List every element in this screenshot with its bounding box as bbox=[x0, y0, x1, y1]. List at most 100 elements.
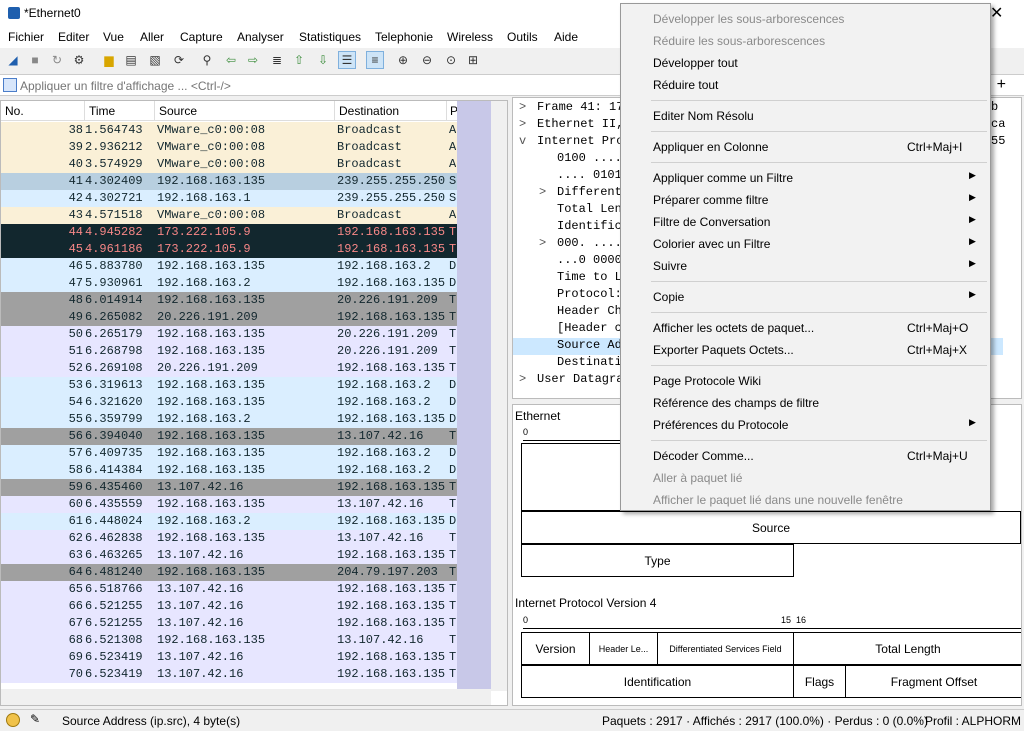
packet-row[interactable]: 56 6.394040 192.168.163.135 13.107.42.16 T bbox=[1, 428, 457, 445]
packet-row[interactable]: 69 6.523419 13.107.42.16 192.168.163.135 T bbox=[1, 649, 457, 666]
save-file-icon[interactable]: ▤ bbox=[122, 51, 140, 69]
expanded-arrow-icon[interactable]: v bbox=[519, 134, 526, 148]
normal-size-icon[interactable]: ⊙ bbox=[442, 51, 460, 69]
go-back-icon[interactable]: ⇦ bbox=[222, 51, 240, 69]
close-file-icon[interactable]: ▧ bbox=[146, 51, 164, 69]
menu-wireless[interactable]: Wireless bbox=[447, 30, 493, 44]
start-capture-icon[interactable]: ◢ bbox=[4, 51, 22, 69]
context-menu-item[interactable]: Référence des champs de filtre bbox=[621, 392, 990, 414]
resize-columns-icon[interactable]: ⊞ bbox=[464, 51, 482, 69]
go-forward-icon[interactable]: ⇨ bbox=[244, 51, 262, 69]
packet-row[interactable]: 51 6.268798 192.168.163.135 20.226.191.209 T bbox=[1, 343, 457, 360]
packet-row[interactable]: 59 6.435460 13.107.42.16 192.168.163.135 T bbox=[1, 479, 457, 496]
packet-row[interactable]: 60 6.435559 192.168.163.135 13.107.42.16 T bbox=[1, 496, 457, 513]
restart-capture-icon[interactable]: ↻ bbox=[48, 51, 66, 69]
find-packet-icon[interactable]: ⚲ bbox=[198, 51, 216, 69]
zoom-in-icon[interactable]: ⊕ bbox=[394, 51, 412, 69]
collapsed-arrow-icon[interactable]: > bbox=[539, 185, 546, 199]
packet-row[interactable]: 39 2.936212 VMware_c0:00:08 Broadcast A bbox=[1, 139, 457, 156]
collapsed-arrow-icon[interactable]: > bbox=[519, 372, 526, 386]
colorize-icon[interactable]: ≡ bbox=[366, 51, 384, 69]
context-menu-item[interactable]: Exporter Paquets Octets... Ctrl+Maj+X bbox=[621, 339, 990, 361]
packet-row[interactable]: 54 6.321620 192.168.163.135 192.168.163.2 D bbox=[1, 394, 457, 411]
capture-comment-icon[interactable]: ✎ bbox=[30, 712, 40, 726]
packet-row[interactable]: 43 4.571518 VMware_c0:00:08 Broadcast A bbox=[1, 207, 457, 224]
col-header-no[interactable]: No. bbox=[5, 104, 24, 118]
reload-file-icon[interactable]: ⟳ bbox=[170, 51, 188, 69]
capture-options-icon[interactable]: ⚙ bbox=[70, 51, 88, 69]
go-to-packet-icon[interactable]: ≣ bbox=[268, 51, 286, 69]
packet-row[interactable]: 49 6.265082 20.226.191.209 192.168.163.135 T bbox=[1, 309, 457, 326]
packet-row[interactable]: 53 6.319613 192.168.163.135 192.168.163.2 D bbox=[1, 377, 457, 394]
context-menu-item[interactable]: Afficher les octets de paquet... Ctrl+Maj… bbox=[621, 317, 990, 339]
packet-row[interactable]: 65 6.518766 13.107.42.16 192.168.163.135 T bbox=[1, 581, 457, 598]
close-window-button[interactable]: ✕ bbox=[990, 3, 1003, 23]
eth-source-field[interactable]: Source bbox=[521, 511, 1021, 544]
zoom-out-icon[interactable]: ⊖ bbox=[418, 51, 436, 69]
menu-outils[interactable]: Outils bbox=[507, 30, 538, 44]
packet-row[interactable]: 47 5.930961 192.168.163.2 192.168.163.135 D bbox=[1, 275, 457, 292]
menu-fichier[interactable]: Fichier bbox=[8, 30, 44, 44]
context-menu-item[interactable]: Colorier avec un Filtre ▶ bbox=[621, 233, 990, 255]
ipv4-version-field[interactable]: Version bbox=[521, 632, 590, 665]
packet-minimap[interactable] bbox=[457, 101, 491, 691]
context-menu-item[interactable]: Développer tout bbox=[621, 52, 990, 74]
last-packet-icon[interactable]: ⇩ bbox=[314, 51, 332, 69]
context-menu-item[interactable]: Appliquer en Colonne Ctrl+Maj+I bbox=[621, 136, 990, 158]
context-menu-item[interactable]: Réduire tout bbox=[621, 74, 990, 96]
packet-row[interactable]: 62 6.462838 192.168.163.135 13.107.42.16 T bbox=[1, 530, 457, 547]
stop-capture-icon[interactable]: ■ bbox=[26, 51, 44, 69]
packet-row[interactable]: 64 6.481240 192.168.163.135 204.79.197.203 T bbox=[1, 564, 457, 581]
packet-row[interactable]: 42 4.302721 192.168.163.1 239.255.255.250 S bbox=[1, 190, 457, 207]
packet-row[interactable]: 61 6.448024 192.168.163.2 192.168.163.135 D bbox=[1, 513, 457, 530]
menu-telephonie[interactable]: Telephonie bbox=[375, 30, 433, 44]
menu-aller[interactable]: Aller bbox=[140, 30, 164, 44]
menu-statistiques[interactable]: Statistiques bbox=[299, 30, 361, 44]
col-header-time[interactable]: Time bbox=[89, 104, 115, 118]
context-menu-item[interactable]: Editer Nom Résolu bbox=[621, 105, 990, 127]
status-profile[interactable]: Profil : ALPHORM bbox=[925, 714, 1021, 728]
open-file-icon[interactable]: ▆ bbox=[100, 51, 118, 69]
autoscroll-icon[interactable]: ☰ bbox=[338, 51, 356, 69]
ipv4-header-length-field[interactable]: Header Le... bbox=[589, 632, 658, 665]
context-menu-item[interactable]: Appliquer comme un Filtre ▶ bbox=[621, 167, 990, 189]
packet-row[interactable]: 40 3.574929 VMware_c0:00:08 Broadcast A bbox=[1, 156, 457, 173]
packet-row[interactable]: 38 1.564743 VMware_c0:00:08 Broadcast A bbox=[1, 122, 457, 139]
ipv4-fragment-offset-field[interactable]: Fragment Offset bbox=[845, 665, 1021, 698]
packet-row[interactable]: 44 4.945282 173.222.105.9 192.168.163.135 T bbox=[1, 224, 457, 241]
menu-editer[interactable]: Editer bbox=[58, 30, 89, 44]
first-packet-icon[interactable]: ⇧ bbox=[290, 51, 308, 69]
menu-analyser[interactable]: Analyser bbox=[237, 30, 284, 44]
context-menu-item[interactable]: Page Protocole Wiki bbox=[621, 370, 990, 392]
collapsed-arrow-icon[interactable]: > bbox=[519, 100, 526, 114]
col-header-source[interactable]: Source bbox=[159, 104, 197, 118]
collapsed-arrow-icon[interactable]: > bbox=[519, 117, 526, 131]
ipv4-total-length-field[interactable]: Total Length bbox=[793, 632, 1021, 665]
packet-row[interactable]: 48 6.014914 192.168.163.135 20.226.191.209 T bbox=[1, 292, 457, 309]
packet-row[interactable]: 57 6.409735 192.168.163.135 192.168.163.2 D bbox=[1, 445, 457, 462]
eth-type-field[interactable]: Type bbox=[521, 544, 794, 577]
packet-list-hscrollbar[interactable] bbox=[1, 689, 491, 705]
display-filter-input[interactable] bbox=[20, 77, 620, 94]
eth-field-box[interactable] bbox=[521, 443, 627, 511]
context-menu-item[interactable]: Préparer comme filtre ▶ bbox=[621, 189, 990, 211]
add-filter-button[interactable]: + bbox=[997, 76, 1006, 94]
context-menu-item[interactable]: Suivre ▶ bbox=[621, 255, 990, 277]
packet-row[interactable]: 67 6.521255 13.107.42.16 192.168.163.135 T bbox=[1, 615, 457, 632]
packet-row[interactable]: 58 6.414384 192.168.163.135 192.168.163.2 D bbox=[1, 462, 457, 479]
packet-row[interactable]: 45 4.961186 173.222.105.9 192.168.163.135 T bbox=[1, 241, 457, 258]
packet-row[interactable]: 46 5.883780 192.168.163.135 192.168.163.2 D bbox=[1, 258, 457, 275]
packet-row[interactable]: 70 6.523419 13.107.42.16 192.168.163.135 T bbox=[1, 666, 457, 683]
packet-row[interactable]: 52 6.269108 20.226.191.209 192.168.163.135 T bbox=[1, 360, 457, 377]
context-menu-item[interactable]: Copie ▶ bbox=[621, 286, 990, 308]
menu-capture[interactable]: Capture bbox=[180, 30, 223, 44]
packet-row[interactable]: 68 6.521308 192.168.163.135 13.107.42.16 T bbox=[1, 632, 457, 649]
packet-row[interactable]: 66 6.521255 13.107.42.16 192.168.163.135 T bbox=[1, 598, 457, 615]
context-menu-item[interactable]: Décoder Comme... Ctrl+Maj+U bbox=[621, 445, 990, 467]
packet-row[interactable]: 50 6.265179 192.168.163.135 20.226.191.209 T bbox=[1, 326, 457, 343]
packet-row[interactable]: 63 6.463265 13.107.42.16 192.168.163.135 T bbox=[1, 547, 457, 564]
context-menu-item[interactable]: Préférences du Protocole ▶ bbox=[621, 414, 990, 436]
context-menu-item[interactable]: Filtre de Conversation ▶ bbox=[621, 211, 990, 233]
expert-info-icon[interactable] bbox=[6, 713, 20, 727]
menu-aide[interactable]: Aide bbox=[554, 30, 578, 44]
